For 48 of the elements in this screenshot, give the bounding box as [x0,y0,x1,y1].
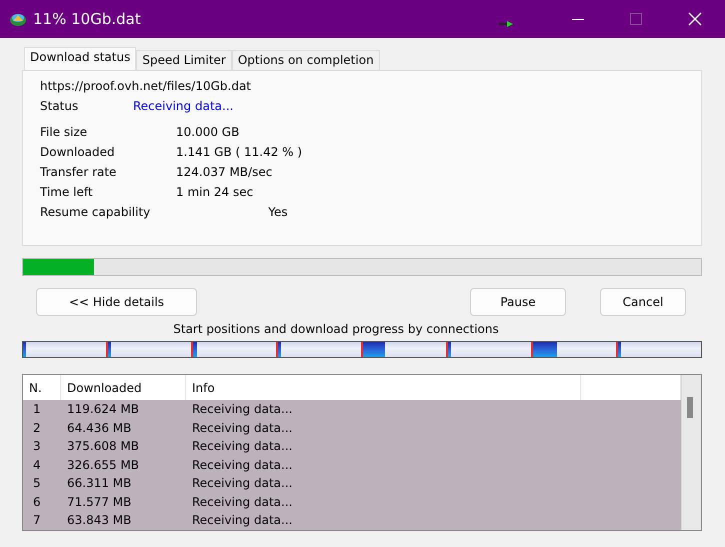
table-cell-text: 5 [32,476,42,490]
table-cell-text: Receiving data... [191,439,294,454]
table-cell-text: 3 [32,439,42,454]
table-cell-text: 119.624 MB [66,402,140,416]
tab[interactable]: Download status [24,47,136,70]
table-cell-text: 2 [32,420,42,435]
detail-value: 10.000 GB [176,125,240,141]
detail-value: 1.141 GB ( 11.42 % ) [176,145,302,161]
status-value: Receiving data... [133,99,234,115]
detail-label: Resume capability [40,205,150,221]
tab[interactable]: Speed Limiter [136,50,232,70]
pause-button[interactable]: Pause [470,288,566,316]
table-cell-text: 7 [32,513,42,528]
table-cell-text: 71.577 MB [66,494,132,509]
window-title: 11% 10Gb.dat [33,10,141,28]
hide-details-button[interactable]: << Hide details [36,288,197,316]
table-cell-text: Receiving data... [191,458,294,472]
table-cell-text: 1 [32,402,42,416]
table-cell-text: Receiving data... [191,420,294,435]
table-cell-text: 6 [32,494,42,509]
table-cell-text: 326.655 MB [66,458,140,472]
maximize-icon [630,13,642,25]
table-cell-text: Receiving data... [191,402,294,416]
url-text: https://proof.ovh.net/files/10Gb.dat [40,79,252,95]
detail-label: File size [40,125,88,141]
status-label: Status [40,99,80,115]
globe-icon [9,11,27,27]
detail-value: 1 min 24 sec [176,185,254,201]
table-cell-text: 63.843 MB [66,513,132,528]
table-cell-text: 4 [32,458,42,472]
table-cell-text: Receiving data... [191,476,294,490]
table-cell-text: Receiving data... [191,513,294,528]
tab[interactable]: Options on completion [232,50,380,70]
table-cell-text: 64.436 MB [66,420,132,435]
table-cell-text: 375.608 MB [66,439,140,454]
cancel-button[interactable]: Cancel [600,288,686,316]
close-icon [688,12,702,26]
arrow-icon [499,21,513,27]
detail-value: 124.037 MB/sec [176,165,272,181]
table-cell-text: 66.311 MB [66,476,132,490]
detail-label: Transfer rate [40,165,118,181]
scrollbar[interactable] [681,375,701,530]
table-cell-text: Receiving data... [191,494,294,509]
connections-caption: Start positions and download progress by connections [172,322,500,338]
scrollbar-thumb[interactable] [687,397,693,418]
detail-value: Yes [268,205,288,221]
detail-label: Downloaded [40,145,116,161]
detail-label: Time left [40,185,94,201]
